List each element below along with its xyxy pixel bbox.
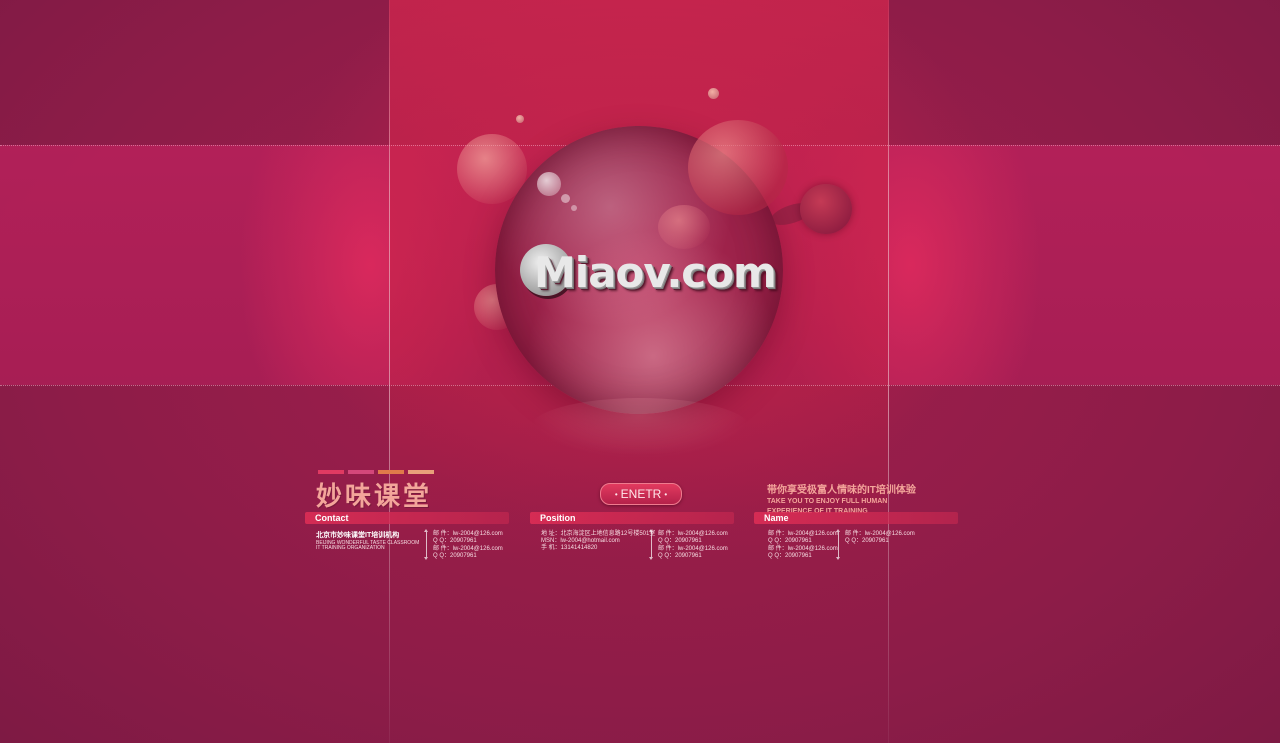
slogan-en-line1: TAKE YOU TO ENJOY FULL HUMAN — [767, 498, 888, 505]
bubble-decoration — [800, 184, 852, 234]
name-qq: Q Q：20907961 — [845, 538, 889, 544]
position-qq: Q Q：20907961 — [658, 553, 702, 559]
bubble-decoration — [688, 120, 788, 215]
position-msn: MSN：lw-2004@hotmail.com — [541, 538, 620, 544]
brand-bar — [378, 470, 404, 474]
position-header: Position — [530, 512, 734, 524]
name-email: 邮 件：lw-2004@126.com — [845, 531, 915, 537]
brand-bar — [348, 470, 374, 474]
position-email: 邮 件：lw-2004@126.com — [658, 531, 728, 537]
name-qq: Q Q：20907961 — [768, 553, 812, 559]
name-email: 邮 件：lw-2004@126.com — [768, 546, 838, 552]
name-qq: Q Q：20907961 — [768, 538, 812, 544]
enter-button[interactable]: • ENETR • — [600, 483, 682, 505]
position-address: 地 址：北京海淀区上地信息路12号楼501室 — [541, 531, 656, 537]
brand-block: 妙味课堂 — [316, 470, 434, 513]
contact-email: 邮 件：lw-2004@126.com — [433, 546, 503, 552]
contact-header: Contact — [305, 512, 509, 524]
panel-right-line — [888, 0, 889, 743]
brand-bar — [408, 470, 434, 474]
bubble-decoration — [516, 115, 524, 123]
enter-button-label: ENETR — [620, 487, 662, 501]
name-email: 邮 件：lw-2004@126.com — [768, 531, 838, 537]
brand-title: 妙味课堂 — [316, 482, 433, 512]
sphere-reflection — [530, 398, 750, 458]
contact-qq: Q Q：20907961 — [433, 538, 477, 544]
contact-email: 邮 件：lw-2004@126.com — [433, 531, 503, 537]
bubble-decoration — [708, 88, 719, 99]
contact-qq: Q Q：20907961 — [433, 553, 477, 559]
position-qq: Q Q：20907961 — [658, 538, 702, 544]
divider-arrow-icon — [649, 529, 653, 560]
logo-text: Miaov.com — [534, 248, 777, 297]
name-header: Name — [754, 512, 958, 524]
dot-icon: • — [664, 489, 668, 499]
site-logo: Miaov.com — [520, 240, 777, 304]
sphere-highlight — [571, 205, 577, 211]
sphere-highlight — [537, 172, 561, 196]
position-phone: 手 机：13141414820 — [541, 545, 598, 551]
brand-bar — [318, 470, 344, 474]
brand-color-bars — [318, 470, 434, 474]
divider-arrow-icon — [836, 529, 840, 560]
slogan-cn: 带你享受极富人情味的IT培训体验 — [767, 485, 916, 496]
divider-arrow-icon — [424, 529, 428, 560]
sphere-highlight — [561, 194, 570, 203]
position-email: 邮 件：lw-2004@126.com — [658, 546, 728, 552]
panel-left-line — [389, 0, 390, 743]
org-name-cn: 北京市妙味课堂IT培训机构 — [316, 532, 400, 539]
org-name-en: IT TRAINING ORGANIZATION — [316, 545, 385, 551]
dot-icon: • — [614, 489, 618, 499]
slogan: 带你享受极富人情味的IT培训体验 TAKE YOU TO ENJOY FULL … — [767, 481, 947, 516]
